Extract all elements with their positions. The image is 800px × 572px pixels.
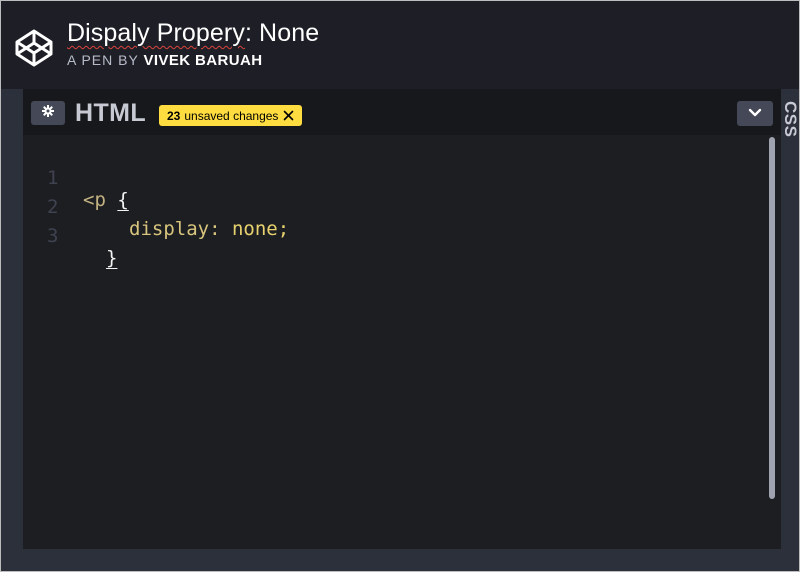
editor-settings-button[interactable] [31,101,65,125]
unsaved-text: unsaved changes [184,108,279,123]
vertical-scrollbar[interactable] [769,137,775,499]
css-tab-label[interactable]: CSS [781,101,799,137]
code-token-property: display: [129,218,221,240]
code-line: 3 } [23,203,117,269]
code-token-value: none; [231,218,290,240]
chevron-down-icon [748,105,762,123]
codepen-window: Dispaly Propery: None A PEN BY VIVEK BAR… [0,0,800,572]
byline-prefix: A PEN BY [67,52,139,68]
code-area[interactable]: 1 <p { 2 display: none; 3 } [23,135,781,549]
editor-title: HTML [75,99,147,127]
code-line: 2 display: none; [23,174,289,240]
codepen-logo-icon[interactable] [13,27,55,69]
gear-icon [42,104,54,122]
html-editor: HTML 23 unsaved changes 1 <p {2 display… [23,89,781,549]
close-icon[interactable] [283,110,294,121]
unsaved-count: 23 [167,108,181,123]
pen-byline: A PEN BY VIVEK BARUAH [67,52,262,69]
bottom-resize-bar[interactable] [23,549,781,571]
code-content: } [106,247,117,269]
pen-title-typo: Dispaly Propery [67,19,245,47]
pen-header: Dispaly Propery: None A PEN BY VIVEK BAR… [1,1,799,89]
css-editor-tab[interactable] [781,89,799,571]
code-content: display: none; [129,218,289,240]
unsaved-changes-badge[interactable]: 23 unsaved changes [159,105,303,126]
editor-topbar: HTML 23 unsaved changes [23,89,781,135]
line-number: 3 [47,225,59,247]
pen-title-rest: : None [244,19,320,47]
code-token-brace: } [106,247,118,269]
code-token-brace: { [117,189,129,211]
editor-dropdown-button[interactable] [737,101,773,126]
code-line: 1 <p { [23,145,129,211]
pen-title[interactable]: Dispaly Propery: None [67,19,319,48]
author-link[interactable]: VIVEK BARUAH [143,52,262,69]
left-resize-gutter[interactable] [1,89,23,571]
